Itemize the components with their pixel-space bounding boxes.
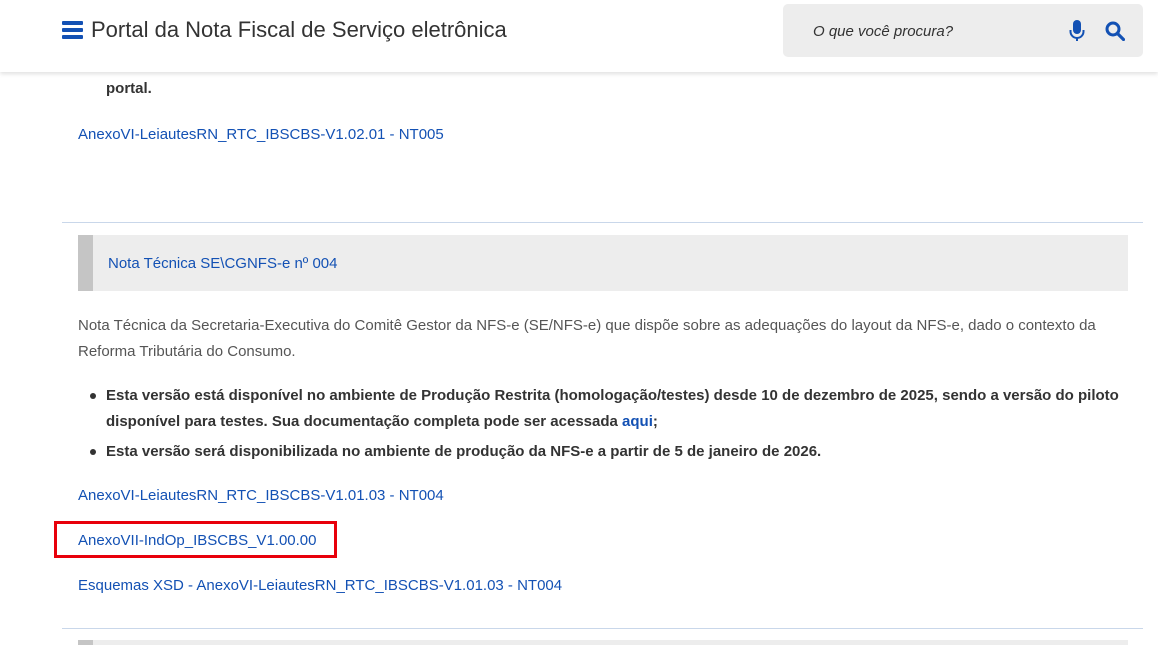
bullet-item: Esta versão está disponível no ambiente …: [78, 383, 1138, 435]
microphone-icon[interactable]: [1069, 20, 1085, 42]
search-box: [783, 4, 1143, 57]
section-divider: [62, 222, 1143, 223]
esquemas-xsd-link[interactable]: Esquemas XSD - AnexoVI-LeiautesRN_RTC_IB…: [78, 577, 562, 594]
next-section-header: [78, 640, 1128, 645]
section-header-accent: [78, 235, 93, 291]
section-divider: [62, 628, 1143, 629]
previous-item-text: portal.: [106, 80, 152, 97]
search-input[interactable]: [813, 18, 1043, 44]
anexovi-nt004-link[interactable]: AnexoVI-LeiautesRN_RTC_IBSCBS-V1.01.03 -…: [78, 487, 444, 504]
site-title[interactable]: Portal da Nota Fiscal de Serviço eletrôn…: [91, 17, 507, 43]
search-icon[interactable]: [1105, 21, 1125, 41]
section-header-accent: [78, 640, 93, 645]
bullet-item: Esta versão será disponibilizada no ambi…: [78, 439, 1138, 465]
anexovi-nt005-link[interactable]: AnexoVI-LeiautesRN_RTC_IBSCBS-V1.02.01 -…: [78, 126, 444, 143]
hamburger-menu-icon[interactable]: [62, 21, 83, 39]
section-title-link[interactable]: Nota Técnica SE\CGNFS-e nº 004: [108, 255, 337, 272]
aqui-link[interactable]: aqui: [622, 413, 653, 430]
section-bullet-list: Esta versão está disponível no ambiente …: [78, 383, 1138, 469]
section-description: Nota Técnica da Secretaria-Executiva do …: [78, 317, 1096, 360]
site-header: Portal da Nota Fiscal de Serviço eletrôn…: [0, 0, 1158, 72]
highlight-box: [54, 521, 337, 558]
section-header: Nota Técnica SE\CGNFS-e nº 004: [78, 235, 1128, 291]
